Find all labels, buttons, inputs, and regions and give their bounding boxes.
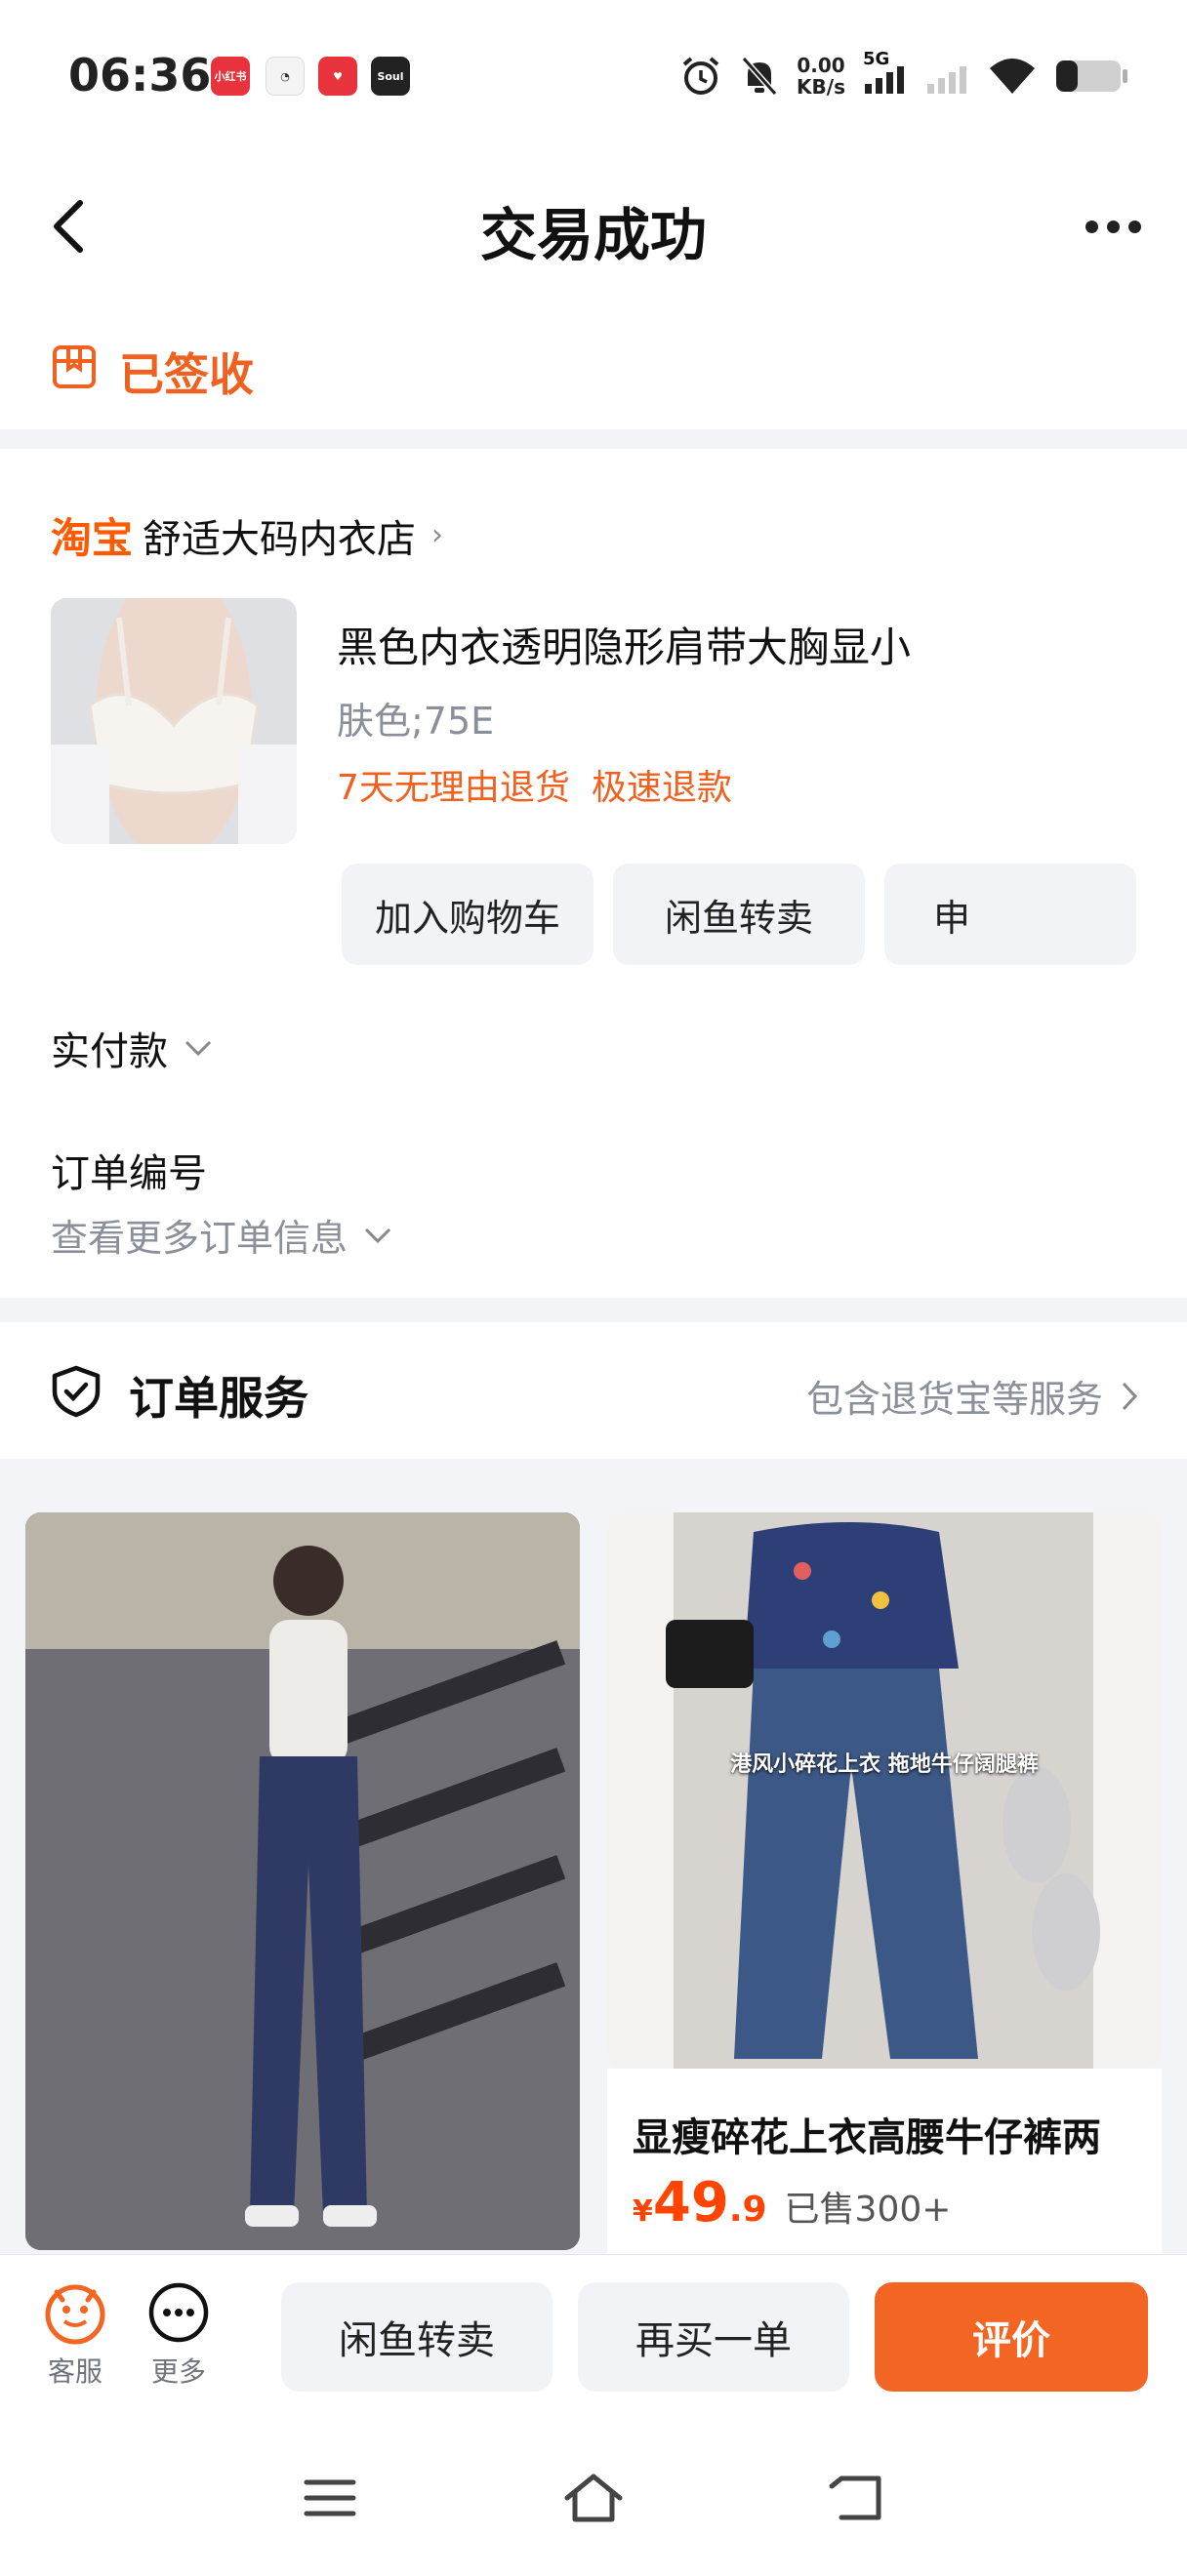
more-button[interactable]: 更多 <box>135 2280 223 2390</box>
return-icon <box>829 2475 881 2520</box>
price-integer: 49 <box>652 2171 729 2234</box>
order-number-label: 订单编号 <box>51 1151 207 1196</box>
network-speed-unit: KB/s <box>797 75 845 99</box>
order-card: 淘宝 舒适大码内衣店 › 黑色内衣透明隐形肩带大胸显小 肤色;75E 7天无理由… <box>0 449 1187 1298</box>
customer-service-button[interactable]: 客服 <box>31 2280 119 2390</box>
wifi-icon <box>990 59 1035 94</box>
signal-bars-icon <box>927 66 966 94</box>
view-more-order-info[interactable]: 查看更多订单信息 <box>51 1208 392 1262</box>
service-title: 订单服务 <box>129 1372 308 1425</box>
item-spec: 肤色;75E <box>337 700 495 743</box>
taobao-brand: 淘宝 <box>51 514 134 562</box>
sold-count: 已售300+ <box>784 2190 952 2230</box>
order-service-row[interactable]: 订单服务 包含退货宝等服务 <box>0 1322 1187 1459</box>
home-nav-button[interactable] <box>554 2464 633 2532</box>
recommended-product-info[interactable]: 显瘦碎花上衣高腰牛仔裤两 ¥ 49 .9 已售300+ <box>607 2069 1162 2254</box>
apply-button[interactable]: 申 <box>884 864 1136 965</box>
battery-icon <box>1056 60 1127 92</box>
chevron-down-icon <box>364 1228 391 1243</box>
page-title: 交易成功 <box>479 202 707 268</box>
view-more-label: 查看更多订单信息 <box>51 1217 348 1260</box>
payment-label: 实付款 <box>51 1029 168 1074</box>
resell-button[interactable]: 闲鱼转卖 <box>613 864 865 965</box>
home-icon <box>564 2474 623 2522</box>
status-bar: 06:36 小红书 ◔ ♥ Soul 0.00 KB/s 5G <box>0 0 1187 146</box>
health-notification-icon: ♥ <box>318 57 357 96</box>
chevron-down-icon <box>184 1040 212 1057</box>
product-title: 显瘦碎花上衣高腰牛仔裤两 <box>633 2115 1101 2160</box>
back-nav-button[interactable] <box>818 2464 896 2532</box>
item-tags: 7天无理由退货 极速退款 <box>337 759 732 810</box>
mute-bell-icon <box>741 57 778 96</box>
xiaohongshu-notification-icon: 小红书 <box>211 57 250 96</box>
payment-row[interactable]: 实付款 <box>51 1020 213 1076</box>
bottom-action-bar: 客服 更多 闲鱼转卖 再买一单 评价 <box>0 2254 1187 2410</box>
service-link[interactable]: 包含退货宝等服务 <box>806 1369 1138 1423</box>
shop-link[interactable]: 淘宝 舒适大码内衣店 › <box>51 505 443 565</box>
review-button[interactable]: 评价 <box>875 2282 1148 2392</box>
tag-refund: 极速退款 <box>591 768 732 808</box>
dot-icon <box>1127 220 1141 233</box>
dot-icon <box>1106 220 1120 233</box>
package-icon <box>53 345 96 388</box>
clock-time: 06:36 <box>68 49 212 101</box>
signal-5g-icon: 5G <box>863 49 908 98</box>
chevron-right-icon <box>1122 1382 1138 1410</box>
network-speed: 0.00 KB/s <box>797 55 845 98</box>
menu-icon <box>304 2479 356 2516</box>
customer-service-icon <box>45 2284 105 2345</box>
logistics-status[interactable]: 已签收 <box>0 312 1187 429</box>
price-currency: ¥ <box>633 2194 653 2229</box>
customer-service-label: 客服 <box>47 2355 102 2388</box>
shield-check-icon <box>52 1365 101 1418</box>
recommended-product-image-2[interactable]: 港风小碎花上衣 拖地牛仔阔腿裤 <box>607 1512 1162 2069</box>
item-title[interactable]: 黑色内衣透明隐形肩带大胸显小 <box>337 615 911 674</box>
header: 交易成功 <box>0 146 1187 312</box>
sign-status-text: 已签收 <box>119 348 254 401</box>
price-decimal: .9 <box>728 2190 767 2230</box>
resell-bottom-button[interactable]: 闲鱼转卖 <box>281 2282 553 2392</box>
alarm-icon <box>682 57 719 95</box>
system-navigation-bar <box>0 2410 1187 2576</box>
more-circle-icon <box>148 2282 209 2343</box>
more-options-button[interactable] <box>1074 197 1152 256</box>
soul-notification-icon: Soul <box>371 57 410 96</box>
recommended-product-image[interactable] <box>25 1512 580 2250</box>
add-to-cart-button[interactable]: 加入购物车 <box>342 864 594 965</box>
more-label: 更多 <box>150 2355 206 2388</box>
status-icons: 0.00 KB/s 5G <box>679 49 1128 103</box>
item-thumbnail[interactable] <box>51 598 297 844</box>
network-speed-value: 0.00 <box>797 54 845 77</box>
product-price: ¥ 49 .9 已售300+ <box>633 2171 951 2234</box>
chevron-right-icon: › <box>431 518 444 552</box>
dot-icon <box>1085 220 1098 233</box>
menu-nav-button[interactable] <box>291 2464 369 2532</box>
shop-name: 舒适大码内衣店 <box>143 516 417 562</box>
tag-return: 7天无理由退货 <box>337 768 570 808</box>
service-link-label: 包含退货宝等服务 <box>805 1378 1103 1421</box>
product-overlay-text: 港风小碎花上衣 拖地牛仔阔腿裤 <box>730 1752 1039 1777</box>
rebuy-button[interactable]: 再买一单 <box>578 2282 849 2392</box>
clock-notification-icon: ◔ <box>266 57 305 96</box>
